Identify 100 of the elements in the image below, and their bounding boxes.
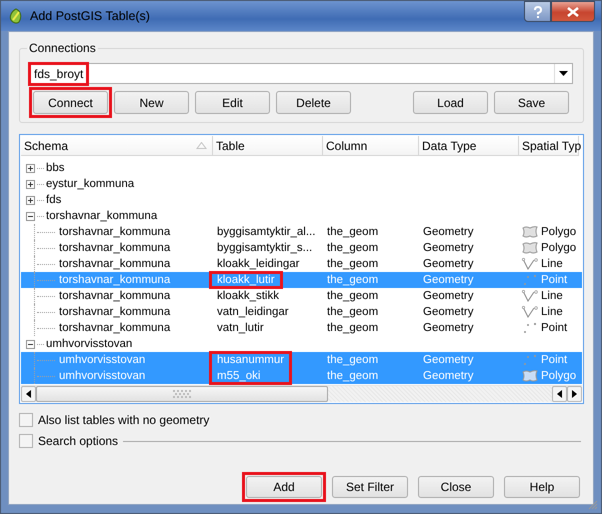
grip-icon xyxy=(173,390,191,398)
expand-icon[interactable] xyxy=(26,180,35,188)
column-header[interactable]: Table xyxy=(213,136,323,156)
schema-name[interactable]: fds xyxy=(46,194,62,206)
polygon-geometry-icon xyxy=(522,226,538,238)
help-icon xyxy=(532,6,542,18)
connection-button[interactable]: Delete xyxy=(276,91,351,114)
scroll-left-icon[interactable] xyxy=(26,390,31,398)
table-cell: Geometry xyxy=(423,242,474,254)
schema-name[interactable]: eystur_kommuna xyxy=(46,178,134,190)
table-cell: torshavnar_kommuna xyxy=(59,322,170,334)
table-cell: the_geom xyxy=(327,354,378,366)
table-cell: the_geom xyxy=(327,274,378,286)
table-cell: m55_oki xyxy=(217,370,260,382)
connection-button[interactable]: Edit xyxy=(195,91,270,114)
resize-grip-icon[interactable] xyxy=(588,500,598,510)
table-cell: umhvorvisstovan xyxy=(59,370,146,382)
checkbox[interactable] xyxy=(19,434,33,448)
polygon-geometry-icon xyxy=(522,242,538,254)
table-cell: Geometry xyxy=(423,370,474,382)
close-button[interactable] xyxy=(551,1,595,22)
column-header[interactable]: Schema xyxy=(21,136,213,156)
table-cell: torshavnar_kommuna xyxy=(59,274,170,286)
table-row[interactable]: torshavnar_kommuna kloakk_stikk the_geom Geometry Line xyxy=(21,288,582,304)
header-label: Data Type xyxy=(422,138,476,152)
checkbox[interactable] xyxy=(19,413,33,427)
point-geometry-icon xyxy=(522,354,538,366)
table-cell: kloakk_lutir xyxy=(217,274,275,286)
table-row[interactable]: torshavnar_kommuna vatn_lutir the_geom Geometry Point xyxy=(21,320,582,336)
connection-button[interactable]: Connect xyxy=(33,91,108,114)
table-row[interactable]: torshavnar_kommuna byggisamtyktir_s... the_geom Geometry Polygo xyxy=(21,240,582,256)
table-cell: Point xyxy=(541,322,568,334)
table-cell: torshavnar_kommuna xyxy=(59,226,170,238)
column-header[interactable]: Data Type xyxy=(419,136,519,156)
polygon-geometry-icon xyxy=(522,370,538,382)
table-cell: Point xyxy=(541,354,568,366)
table-cell: Geometry xyxy=(423,290,474,302)
table-cell: Line xyxy=(541,290,563,302)
table-cell: Line xyxy=(541,258,563,270)
table-cell: the_geom xyxy=(327,306,378,318)
header-label: Schema xyxy=(24,138,68,152)
table-cell: torshavnar_kommuna xyxy=(59,242,170,254)
table-cell: byggisamtyktir_al... xyxy=(217,226,316,238)
dialog-button[interactable]: Set Filter xyxy=(332,476,408,498)
table-cell: Line xyxy=(541,306,563,318)
schema-name[interactable]: umhvorvisstovan xyxy=(46,338,132,350)
help-button[interactable] xyxy=(524,1,551,22)
table-cell: Polygo xyxy=(541,226,576,238)
window-title: Add PostGIS Table(s) xyxy=(30,9,151,23)
dropdown-arrow-icon xyxy=(559,71,568,76)
table-cell: Polygo xyxy=(541,370,576,382)
checkbox-label: Also list tables with no geometry xyxy=(38,413,210,427)
dialog-button[interactable]: Help xyxy=(504,476,580,498)
connection-button[interactable]: Save xyxy=(494,91,569,114)
dialog-button[interactable]: Add xyxy=(246,476,322,498)
collapse-icon[interactable] xyxy=(26,212,35,220)
connection-button[interactable]: Load xyxy=(413,91,488,114)
column-header[interactable]: Spatial Typ xyxy=(519,136,579,156)
table-cell: torshavnar_kommuna xyxy=(59,258,170,270)
collapse-icon[interactable] xyxy=(26,340,35,348)
schema-name[interactable]: torshavnar_kommuna xyxy=(46,210,158,222)
table-cell: Geometry xyxy=(423,306,474,318)
table-cell: Geometry xyxy=(423,322,474,334)
table-cell: the_geom xyxy=(327,242,378,254)
table-cell: kloakk_stikk xyxy=(217,290,279,302)
table-cell: Geometry xyxy=(423,354,474,366)
table-row[interactable]: torshavnar_kommuna byggisamtyktir_al... the_geom Geometry Polygo xyxy=(21,224,582,240)
header-label: Spatial Typ xyxy=(522,138,582,152)
column-header[interactable]: Column xyxy=(323,136,419,156)
table-cell: umhvorvisstovan xyxy=(59,354,146,366)
point-geometry-icon xyxy=(522,274,538,286)
table-cell: Geometry xyxy=(423,226,474,238)
app-icon xyxy=(9,8,23,24)
close-icon xyxy=(567,6,579,16)
table-cell: torshavnar_kommuna xyxy=(59,290,170,302)
checkbox-label: Search options xyxy=(38,434,118,448)
connection-button[interactable]: New xyxy=(114,91,189,114)
table-cell: Geometry xyxy=(423,274,474,286)
table-cell: the_geom xyxy=(327,226,378,238)
expand-icon[interactable] xyxy=(26,196,35,204)
table-cell: kloakk_leidingar xyxy=(217,258,300,270)
table-cell: the_geom xyxy=(327,370,378,382)
table-cell: torshavnar_kommuna xyxy=(59,306,170,318)
line-geometry-icon xyxy=(522,258,538,270)
header-label: Column xyxy=(326,138,368,152)
table-row[interactable]: torshavnar_kommuna vatn_leidingar the_geom Geometry Line xyxy=(21,304,582,320)
group-title: Connections xyxy=(27,41,98,55)
scroll-left-icon[interactable] xyxy=(557,390,562,398)
sort-icon xyxy=(196,142,207,149)
schema-name[interactable]: bbs xyxy=(46,162,65,174)
scroll-right-icon[interactable] xyxy=(572,390,577,398)
table-cell: Polygo xyxy=(541,242,576,254)
header-label: Table xyxy=(216,138,245,152)
table-cell: vatn_lutir xyxy=(217,322,264,334)
table-cell: husanummur xyxy=(217,354,284,366)
line-geometry-icon xyxy=(522,290,538,302)
connection-dropdown[interactable]: fds_broyt xyxy=(29,63,573,84)
horizontal-scrollbar[interactable] xyxy=(21,385,582,402)
expand-icon[interactable] xyxy=(26,164,35,172)
dialog-button[interactable]: Close xyxy=(418,476,494,498)
